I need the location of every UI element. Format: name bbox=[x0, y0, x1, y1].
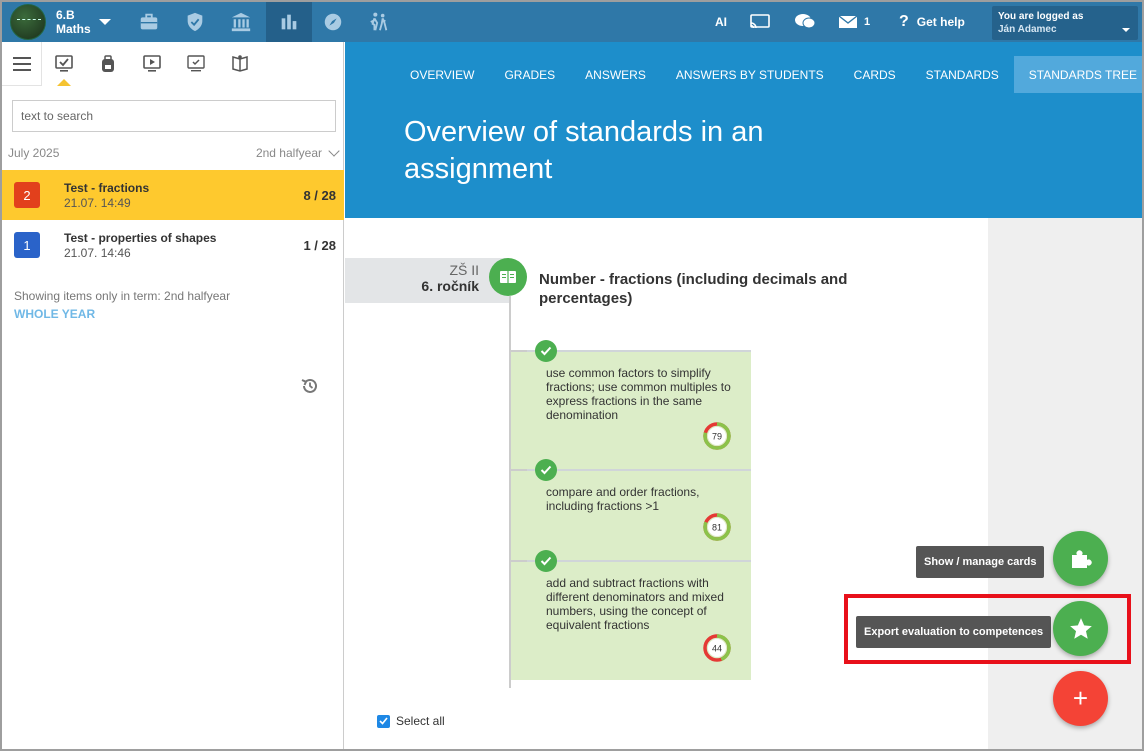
class-selector[interactable]: 6.B Maths bbox=[10, 4, 111, 40]
book-icon bbox=[489, 258, 527, 296]
highlight-box bbox=[844, 594, 1131, 664]
search-input[interactable] bbox=[12, 100, 336, 132]
standard-group-title: Number - fractions (including decimals a… bbox=[539, 271, 848, 307]
page-header: OVERVIEW GRADES ANSWERS ANSWERS BY STUDE… bbox=[345, 42, 1142, 218]
page-title: Overview of standards in an assignment bbox=[404, 116, 764, 185]
score-value: 44 bbox=[712, 644, 722, 654]
tab-answers-by-students[interactable]: ANSWERS BY STUDENTS bbox=[661, 56, 839, 93]
tab-standards-tree[interactable]: STANDARDS TREE bbox=[1013, 56, 1142, 93]
level-grade: 6. ročník bbox=[421, 278, 479, 294]
left-tabs bbox=[2, 42, 343, 86]
score-value: 79 bbox=[712, 432, 722, 442]
term-row: July 2025 2nd halfyear bbox=[8, 145, 340, 160]
level-school: ZŠ II bbox=[449, 262, 479, 278]
nav-tabs: OVERVIEW GRADES ANSWERS ANSWERS BY STUDE… bbox=[395, 56, 1142, 93]
question-mark-icon: ? bbox=[899, 13, 909, 30]
assignment-item[interactable]: 1 Test - properties of shapes 21.07. 14:… bbox=[2, 220, 344, 270]
assignments-panel: July 2025 2nd halfyear 2 Test - fraction… bbox=[2, 42, 344, 749]
grade-level: ZŠ II 6. ročník bbox=[345, 258, 509, 303]
halfyear-select[interactable]: 2nd halfyear bbox=[255, 145, 340, 160]
manage-cards-button[interactable] bbox=[1053, 531, 1108, 586]
tab-cards[interactable]: CARDS bbox=[839, 56, 911, 93]
assignment-score: 8 / 28 bbox=[303, 187, 336, 203]
caret-down-icon bbox=[1122, 28, 1130, 32]
class-name: 6.B Maths bbox=[56, 8, 91, 36]
check-icon bbox=[535, 340, 557, 362]
cards-tooltip: Show / manage cards bbox=[916, 546, 1045, 578]
checklist-monitor-icon[interactable] bbox=[42, 42, 86, 86]
class-avatar bbox=[10, 4, 46, 40]
history-icon[interactable] bbox=[300, 376, 320, 396]
select-all-label: Select all bbox=[396, 714, 445, 728]
puzzle-icon bbox=[1071, 549, 1092, 568]
assignment-number: 2 bbox=[14, 182, 40, 208]
tree-connector bbox=[511, 350, 527, 352]
check-icon bbox=[535, 550, 557, 572]
assignment-number: 1 bbox=[14, 232, 40, 258]
checkbox-checked-icon bbox=[377, 714, 390, 728]
caret-down-icon bbox=[98, 19, 111, 25]
backpack-icon[interactable] bbox=[86, 42, 130, 86]
chevron-down-icon bbox=[328, 145, 340, 157]
help-button[interactable]: ? Get help bbox=[899, 2, 965, 42]
tab-overview[interactable]: OVERVIEW bbox=[395, 56, 489, 93]
check-icon bbox=[535, 459, 557, 481]
score-ring: 81 bbox=[703, 513, 731, 541]
messages-count: 1 bbox=[864, 16, 871, 28]
compass-icon[interactable] bbox=[310, 2, 356, 42]
help-label: Get help bbox=[916, 15, 965, 29]
bar-chart-icon[interactable] bbox=[266, 2, 312, 42]
assignment-text: Test - fractions 21.07. 14:49 bbox=[64, 181, 303, 210]
side-panel bbox=[988, 218, 1142, 749]
score-ring: 79 bbox=[703, 422, 731, 450]
chat-icon[interactable] bbox=[794, 2, 816, 42]
open-book-icon[interactable] bbox=[218, 42, 262, 86]
add-button[interactable]: + bbox=[1053, 671, 1108, 726]
menu-icon[interactable] bbox=[2, 42, 42, 86]
play-screen-icon[interactable] bbox=[130, 42, 174, 86]
assignment-title: Test - fractions bbox=[64, 180, 150, 195]
score-value: 81 bbox=[712, 523, 722, 533]
assignment-date: 21.07. 14:46 bbox=[64, 245, 131, 260]
class-name-line2: Maths bbox=[56, 22, 91, 36]
assignment-title: Test - properties of shapes bbox=[64, 230, 217, 245]
people-walking-icon[interactable] bbox=[356, 2, 402, 42]
halfyear-label: 2nd halfyear bbox=[255, 146, 322, 160]
top-bar: 6.B Maths AI 1 ? Get help You are logged… bbox=[2, 2, 1142, 42]
briefcase-icon[interactable] bbox=[126, 2, 172, 42]
envelope-icon bbox=[838, 15, 858, 28]
assignment-text: Test - properties of shapes 21.07. 14:46 bbox=[64, 231, 303, 260]
score-ring: 44 bbox=[703, 634, 731, 662]
standard-text: compare and order fractions, including f… bbox=[546, 485, 700, 513]
checkbox-monitor-icon[interactable] bbox=[174, 42, 218, 86]
standard-text: use common factors to simplify fractions… bbox=[546, 366, 731, 422]
tree-connector bbox=[511, 469, 527, 471]
select-all-checkbox[interactable]: Select all bbox=[377, 714, 445, 728]
assignment-score: 1 / 28 bbox=[303, 237, 336, 253]
messages-button[interactable]: 1 bbox=[838, 2, 870, 42]
ai-button[interactable]: AI bbox=[715, 2, 727, 42]
tree-connector bbox=[511, 560, 527, 562]
standard-card[interactable]: compare and order fractions, including f… bbox=[511, 459, 751, 561]
whole-year-link[interactable]: WHOLE YEAR bbox=[14, 307, 95, 321]
term-label: July 2025 bbox=[8, 146, 60, 160]
tab-grades[interactable]: GRADES bbox=[489, 56, 570, 93]
assignment-date: 21.07. 14:49 bbox=[64, 195, 131, 210]
class-name-line1: 6.B bbox=[56, 8, 75, 22]
shield-check-icon[interactable] bbox=[172, 2, 218, 42]
bank-icon[interactable] bbox=[218, 2, 264, 42]
tab-answers[interactable]: ANSWERS bbox=[570, 56, 661, 93]
app-window: 6.B Maths AI 1 ? Get help You are logged… bbox=[0, 0, 1144, 751]
showing-text: Showing items only in term: 2nd halfyear bbox=[14, 289, 231, 303]
user-name: Ján Adamec bbox=[998, 24, 1057, 35]
user-menu[interactable]: You are logged as Ján Adamec bbox=[992, 6, 1138, 40]
standard-text: add and subtract fractions with differen… bbox=[546, 576, 724, 632]
logged-in-label: You are logged as bbox=[998, 11, 1084, 22]
cast-icon[interactable] bbox=[750, 2, 770, 42]
standard-card[interactable]: use common factors to simplify fractions… bbox=[511, 340, 751, 470]
assignment-item[interactable]: 2 Test - fractions 21.07. 14:49 8 / 28 bbox=[2, 170, 344, 220]
standard-card[interactable]: add and subtract fractions with differen… bbox=[511, 550, 751, 680]
tab-standards[interactable]: STANDARDS bbox=[911, 56, 1014, 93]
